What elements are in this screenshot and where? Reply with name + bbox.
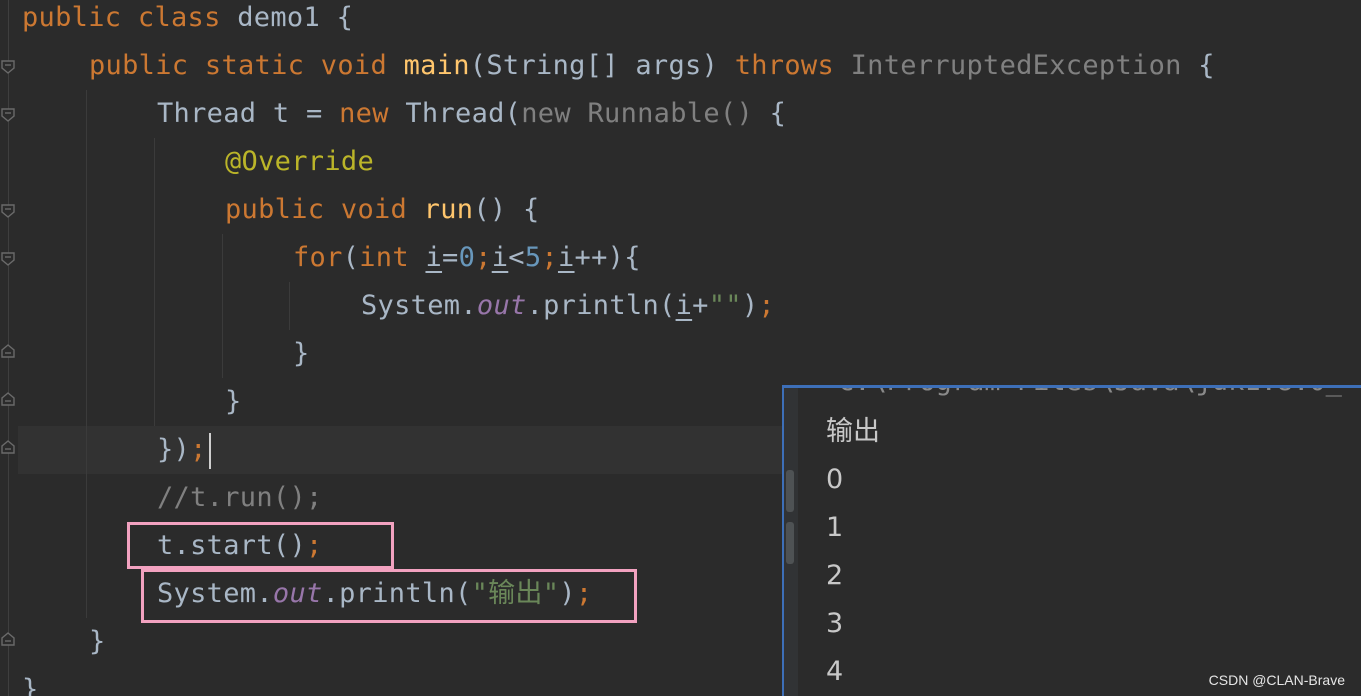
field-token: out bbox=[476, 290, 527, 321]
console-output-line: 3 bbox=[826, 608, 844, 639]
code-token: { bbox=[1198, 50, 1215, 81]
console-output-line: 输出 bbox=[826, 416, 880, 447]
code-token: + bbox=[692, 290, 709, 321]
fold-close-icon[interactable] bbox=[1, 392, 15, 406]
code-line-10[interactable]: }); bbox=[157, 426, 211, 474]
code-line-6[interactable]: for(int i=0;i<5;i++){ bbox=[293, 234, 641, 282]
console-scroll-thumb[interactable] bbox=[786, 470, 794, 512]
code-token: < bbox=[508, 242, 525, 273]
code-line-9[interactable]: } bbox=[225, 378, 242, 426]
variable-token: i bbox=[557, 242, 575, 273]
code-line-7[interactable]: System.out.println(i+""); bbox=[361, 282, 775, 330]
method-token: main bbox=[403, 50, 470, 81]
keyword-token: int bbox=[359, 242, 426, 273]
fold-open-icon[interactable] bbox=[1, 60, 15, 74]
keyword-token: public void bbox=[225, 194, 424, 225]
watermark: CSDN @CLAN-Brave bbox=[1208, 672, 1345, 688]
code-line-1[interactable]: public class demo1 { bbox=[22, 0, 353, 42]
console-scrollbar[interactable] bbox=[784, 388, 798, 696]
editor-gutter bbox=[0, 0, 18, 696]
code-line-4[interactable]: @Override bbox=[225, 138, 374, 186]
number-token: 0 bbox=[458, 242, 476, 273]
code-token: } bbox=[89, 626, 106, 657]
comment-token: //t.run(); bbox=[157, 482, 323, 513]
code-line-3[interactable]: Thread t = new Thread(new Runnable() { bbox=[157, 90, 786, 138]
fold-close-icon[interactable] bbox=[1, 440, 15, 454]
code-line-11[interactable]: //t.run(); bbox=[157, 474, 323, 522]
run-console-panel[interactable]: C:\Program Files\Java\jdk1.8.0_ 输出 0 1 2… bbox=[782, 385, 1361, 696]
keyword-token: ; bbox=[475, 242, 492, 273]
code-token: () { bbox=[473, 194, 540, 225]
keyword-token: throws bbox=[734, 50, 851, 81]
indent-guide bbox=[86, 90, 87, 618]
method-token: run bbox=[423, 194, 474, 225]
fold-close-icon[interactable] bbox=[1, 344, 15, 358]
code-token: .println( bbox=[526, 290, 676, 321]
code-token: (String[] args) bbox=[469, 50, 735, 81]
fold-open-icon[interactable] bbox=[1, 204, 15, 218]
fold-open-icon[interactable] bbox=[1, 252, 15, 266]
indent-guide bbox=[222, 234, 223, 378]
code-token: { bbox=[769, 98, 787, 129]
code-token: } bbox=[293, 338, 310, 369]
annotation-token: @Override bbox=[225, 146, 374, 177]
code-token: Thread t = bbox=[157, 98, 340, 129]
console-output-line: 1 bbox=[826, 512, 844, 543]
keyword-token: new bbox=[339, 98, 406, 129]
code-line-15[interactable]: } bbox=[22, 666, 39, 696]
highlight-box-println bbox=[141, 569, 637, 623]
string-token: "" bbox=[708, 290, 742, 321]
fold-close-icon[interactable] bbox=[1, 632, 15, 646]
code-token: = bbox=[442, 242, 459, 273]
highlight-box-start bbox=[127, 522, 394, 569]
keyword-token: ; bbox=[758, 290, 775, 321]
code-line-14[interactable]: } bbox=[89, 618, 106, 666]
console-scroll-thumb[interactable] bbox=[786, 522, 794, 564]
code-token: ) bbox=[741, 290, 759, 321]
console-output-line: 0 bbox=[826, 464, 844, 495]
current-line-highlight bbox=[0, 426, 785, 474]
inactive-token: InterruptedException bbox=[850, 50, 1199, 81]
code-token: } bbox=[22, 674, 39, 696]
code-token: Thread( bbox=[405, 98, 522, 129]
code-line-2[interactable]: public static void main(String[] args) t… bbox=[89, 42, 1215, 90]
variable-token: i bbox=[491, 242, 509, 273]
code-line-5[interactable]: public void run() { bbox=[225, 186, 540, 234]
number-token: 5 bbox=[524, 242, 542, 273]
code-line-8[interactable]: } bbox=[293, 330, 310, 378]
code-token: }) bbox=[157, 434, 191, 465]
keyword-token: public class bbox=[22, 2, 238, 33]
code-token: System. bbox=[361, 290, 477, 321]
keyword-token: ; bbox=[190, 434, 207, 465]
code-token: } bbox=[225, 386, 242, 417]
code-token: ++){ bbox=[574, 242, 641, 273]
text-caret bbox=[208, 432, 211, 469]
console-output-line: 4 bbox=[826, 656, 844, 687]
console-command-line: C:\Program Files\Java\jdk1.8.0_ bbox=[838, 388, 1342, 402]
inactive-token: new Runnable() bbox=[521, 98, 770, 129]
fold-open-icon[interactable] bbox=[1, 108, 15, 122]
code-token: demo1 { bbox=[237, 2, 354, 33]
indent-guide bbox=[154, 138, 155, 426]
keyword-token: ; bbox=[541, 242, 558, 273]
code-token: ( bbox=[342, 242, 360, 273]
console-output-line: 2 bbox=[826, 560, 844, 591]
keyword-token: public static void bbox=[89, 50, 404, 81]
variable-token: i bbox=[425, 242, 443, 273]
indent-guide bbox=[289, 282, 290, 330]
keyword-token: for bbox=[293, 242, 343, 273]
variable-token: i bbox=[675, 290, 693, 321]
